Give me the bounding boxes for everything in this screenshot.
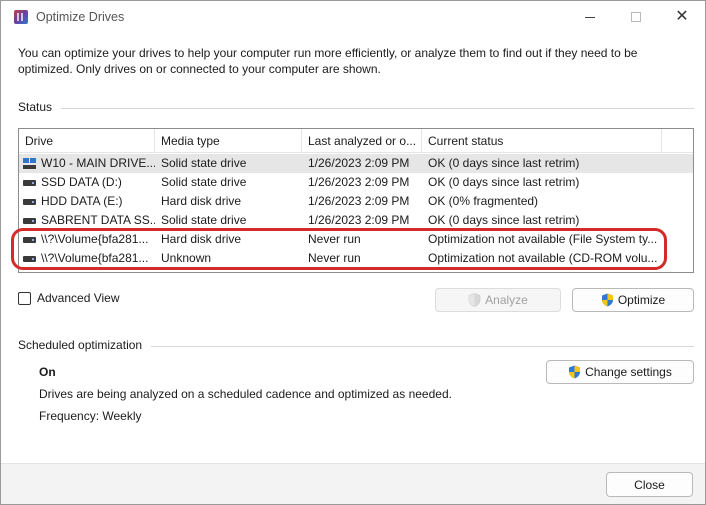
media-type-cell: Unknown xyxy=(161,251,212,265)
column-header-current-status[interactable]: Current status xyxy=(422,129,662,153)
drive-cell: HDD DATA (E:) xyxy=(19,192,155,211)
uac-shield-icon xyxy=(601,293,614,307)
column-header-drive[interactable]: Drive xyxy=(19,129,155,153)
close-label: Close xyxy=(634,477,665,492)
maximize-button xyxy=(613,1,659,33)
change-settings-button[interactable]: Change settings xyxy=(546,360,694,384)
media-type-cell: Solid state drive xyxy=(161,175,247,189)
table-row[interactable]: \\?\Volume{bfa281... Unknown Never run O… xyxy=(19,249,693,268)
media-type-cell: Solid state drive xyxy=(161,213,247,227)
last-analyzed-cell: 1/26/2023 2:09 PM xyxy=(308,213,410,227)
uac-shield-icon xyxy=(568,365,581,379)
drive-icon xyxy=(23,198,36,205)
advanced-view-label: Advanced View xyxy=(37,291,120,305)
media-type-cell: Solid state drive xyxy=(161,156,247,170)
drive-cell: SSD DATA (D:) xyxy=(19,173,155,192)
drives-list-header: Drive Media type Last analyzed or o... C… xyxy=(19,129,693,153)
current-status-cell: Optimization not available (File System … xyxy=(428,232,658,246)
last-analyzed-cell: Never run xyxy=(308,251,361,265)
close-icon: ✕ xyxy=(675,8,689,25)
optimize-label: Optimize xyxy=(617,293,666,307)
last-analyzed-cell: 1/26/2023 2:09 PM xyxy=(308,156,410,170)
minimize-icon xyxy=(585,16,595,18)
minimize-button[interactable] xyxy=(567,1,613,33)
drive-name: \\?\Volume{bfa281... xyxy=(41,232,149,246)
drive-icon xyxy=(23,236,36,243)
intro-text: You can optimize your drives to help you… xyxy=(18,46,638,76)
schedule-description: Drives are being analyzed on a scheduled… xyxy=(39,387,452,401)
schedule-state: On xyxy=(39,365,56,379)
drive-name: SABRENT DATA SS... xyxy=(41,213,155,227)
media-type-cell: Hard disk drive xyxy=(161,232,242,246)
table-row[interactable]: SABRENT DATA SS... Solid state drive 1/2… xyxy=(19,211,693,230)
uac-shield-icon xyxy=(468,293,481,307)
current-status-cell: Optimization not available (CD-ROM volu.… xyxy=(428,251,658,265)
title-bar[interactable]: Optimize Drives ✕ xyxy=(1,1,705,33)
current-status-cell: OK (0 days since last retrim) xyxy=(428,175,580,189)
current-status-cell: OK (0% fragmented) xyxy=(428,194,539,208)
drive-name: \\?\Volume{bfa281... xyxy=(41,251,149,265)
analyze-label: Analyze xyxy=(485,293,528,307)
last-analyzed-cell: 1/26/2023 2:09 PM xyxy=(308,194,410,208)
drive-name: HDD DATA (E:) xyxy=(41,194,123,208)
status-divider xyxy=(61,108,694,109)
scheduled-divider xyxy=(151,346,694,347)
last-analyzed-cell: Never run xyxy=(308,232,361,246)
checkbox-box[interactable] xyxy=(18,291,31,305)
table-row[interactable]: W10 - MAIN DRIVE... Solid state drive 1/… xyxy=(19,154,693,173)
current-status-cell: OK (0 days since last retrim) xyxy=(428,156,580,170)
window-title: Optimize Drives xyxy=(36,10,125,24)
change-settings-label: Change settings xyxy=(585,365,672,379)
drives-list[interactable]: Drive Media type Last analyzed or o... C… xyxy=(18,128,694,273)
optimize-button[interactable]: Optimize xyxy=(572,288,694,312)
defrag-app-icon xyxy=(14,10,28,24)
last-analyzed-cell: 1/26/2023 2:09 PM xyxy=(308,175,410,189)
table-row[interactable]: HDD DATA (E:) Hard disk drive 1/26/2023 … xyxy=(19,192,693,211)
drive-icon xyxy=(23,217,36,224)
drive-cell: W10 - MAIN DRIVE... xyxy=(19,154,155,173)
drive-name: SSD DATA (D:) xyxy=(41,175,122,189)
system-drive-icon xyxy=(23,158,36,169)
column-header-media-type[interactable]: Media type xyxy=(155,129,302,153)
close-button[interactable]: Close xyxy=(606,472,693,497)
status-label: Status xyxy=(18,100,53,114)
maximize-icon xyxy=(631,12,641,22)
scheduled-optimization-label: Scheduled optimization xyxy=(18,338,143,352)
close-window-button[interactable]: ✕ xyxy=(659,1,705,33)
drive-icon xyxy=(23,179,36,186)
drive-cell: SABRENT DATA SS... xyxy=(19,211,155,230)
drive-cell: \\?\Volume{bfa281... xyxy=(19,249,155,268)
analyze-button[interactable]: Analyze xyxy=(435,288,561,312)
table-row[interactable]: \\?\Volume{bfa281... Hard disk drive Nev… xyxy=(19,230,693,249)
current-status-cell: OK (0 days since last retrim) xyxy=(428,213,580,227)
advanced-view-checkbox[interactable]: Advanced View xyxy=(18,291,120,305)
table-row[interactable]: SSD DATA (D:) Solid state drive 1/26/202… xyxy=(19,173,693,192)
drive-cell: \\?\Volume{bfa281... xyxy=(19,230,155,249)
optimize-drives-window: Optimize Drives ✕ You can optimize your … xyxy=(0,0,706,505)
schedule-frequency: Frequency: Weekly xyxy=(39,409,142,423)
dialog-footer xyxy=(1,463,705,504)
media-type-cell: Hard disk drive xyxy=(161,194,242,208)
drive-icon xyxy=(23,255,36,262)
drive-name: W10 - MAIN DRIVE... xyxy=(41,156,155,170)
column-header-last-analyzed[interactable]: Last analyzed or o... xyxy=(302,129,422,153)
